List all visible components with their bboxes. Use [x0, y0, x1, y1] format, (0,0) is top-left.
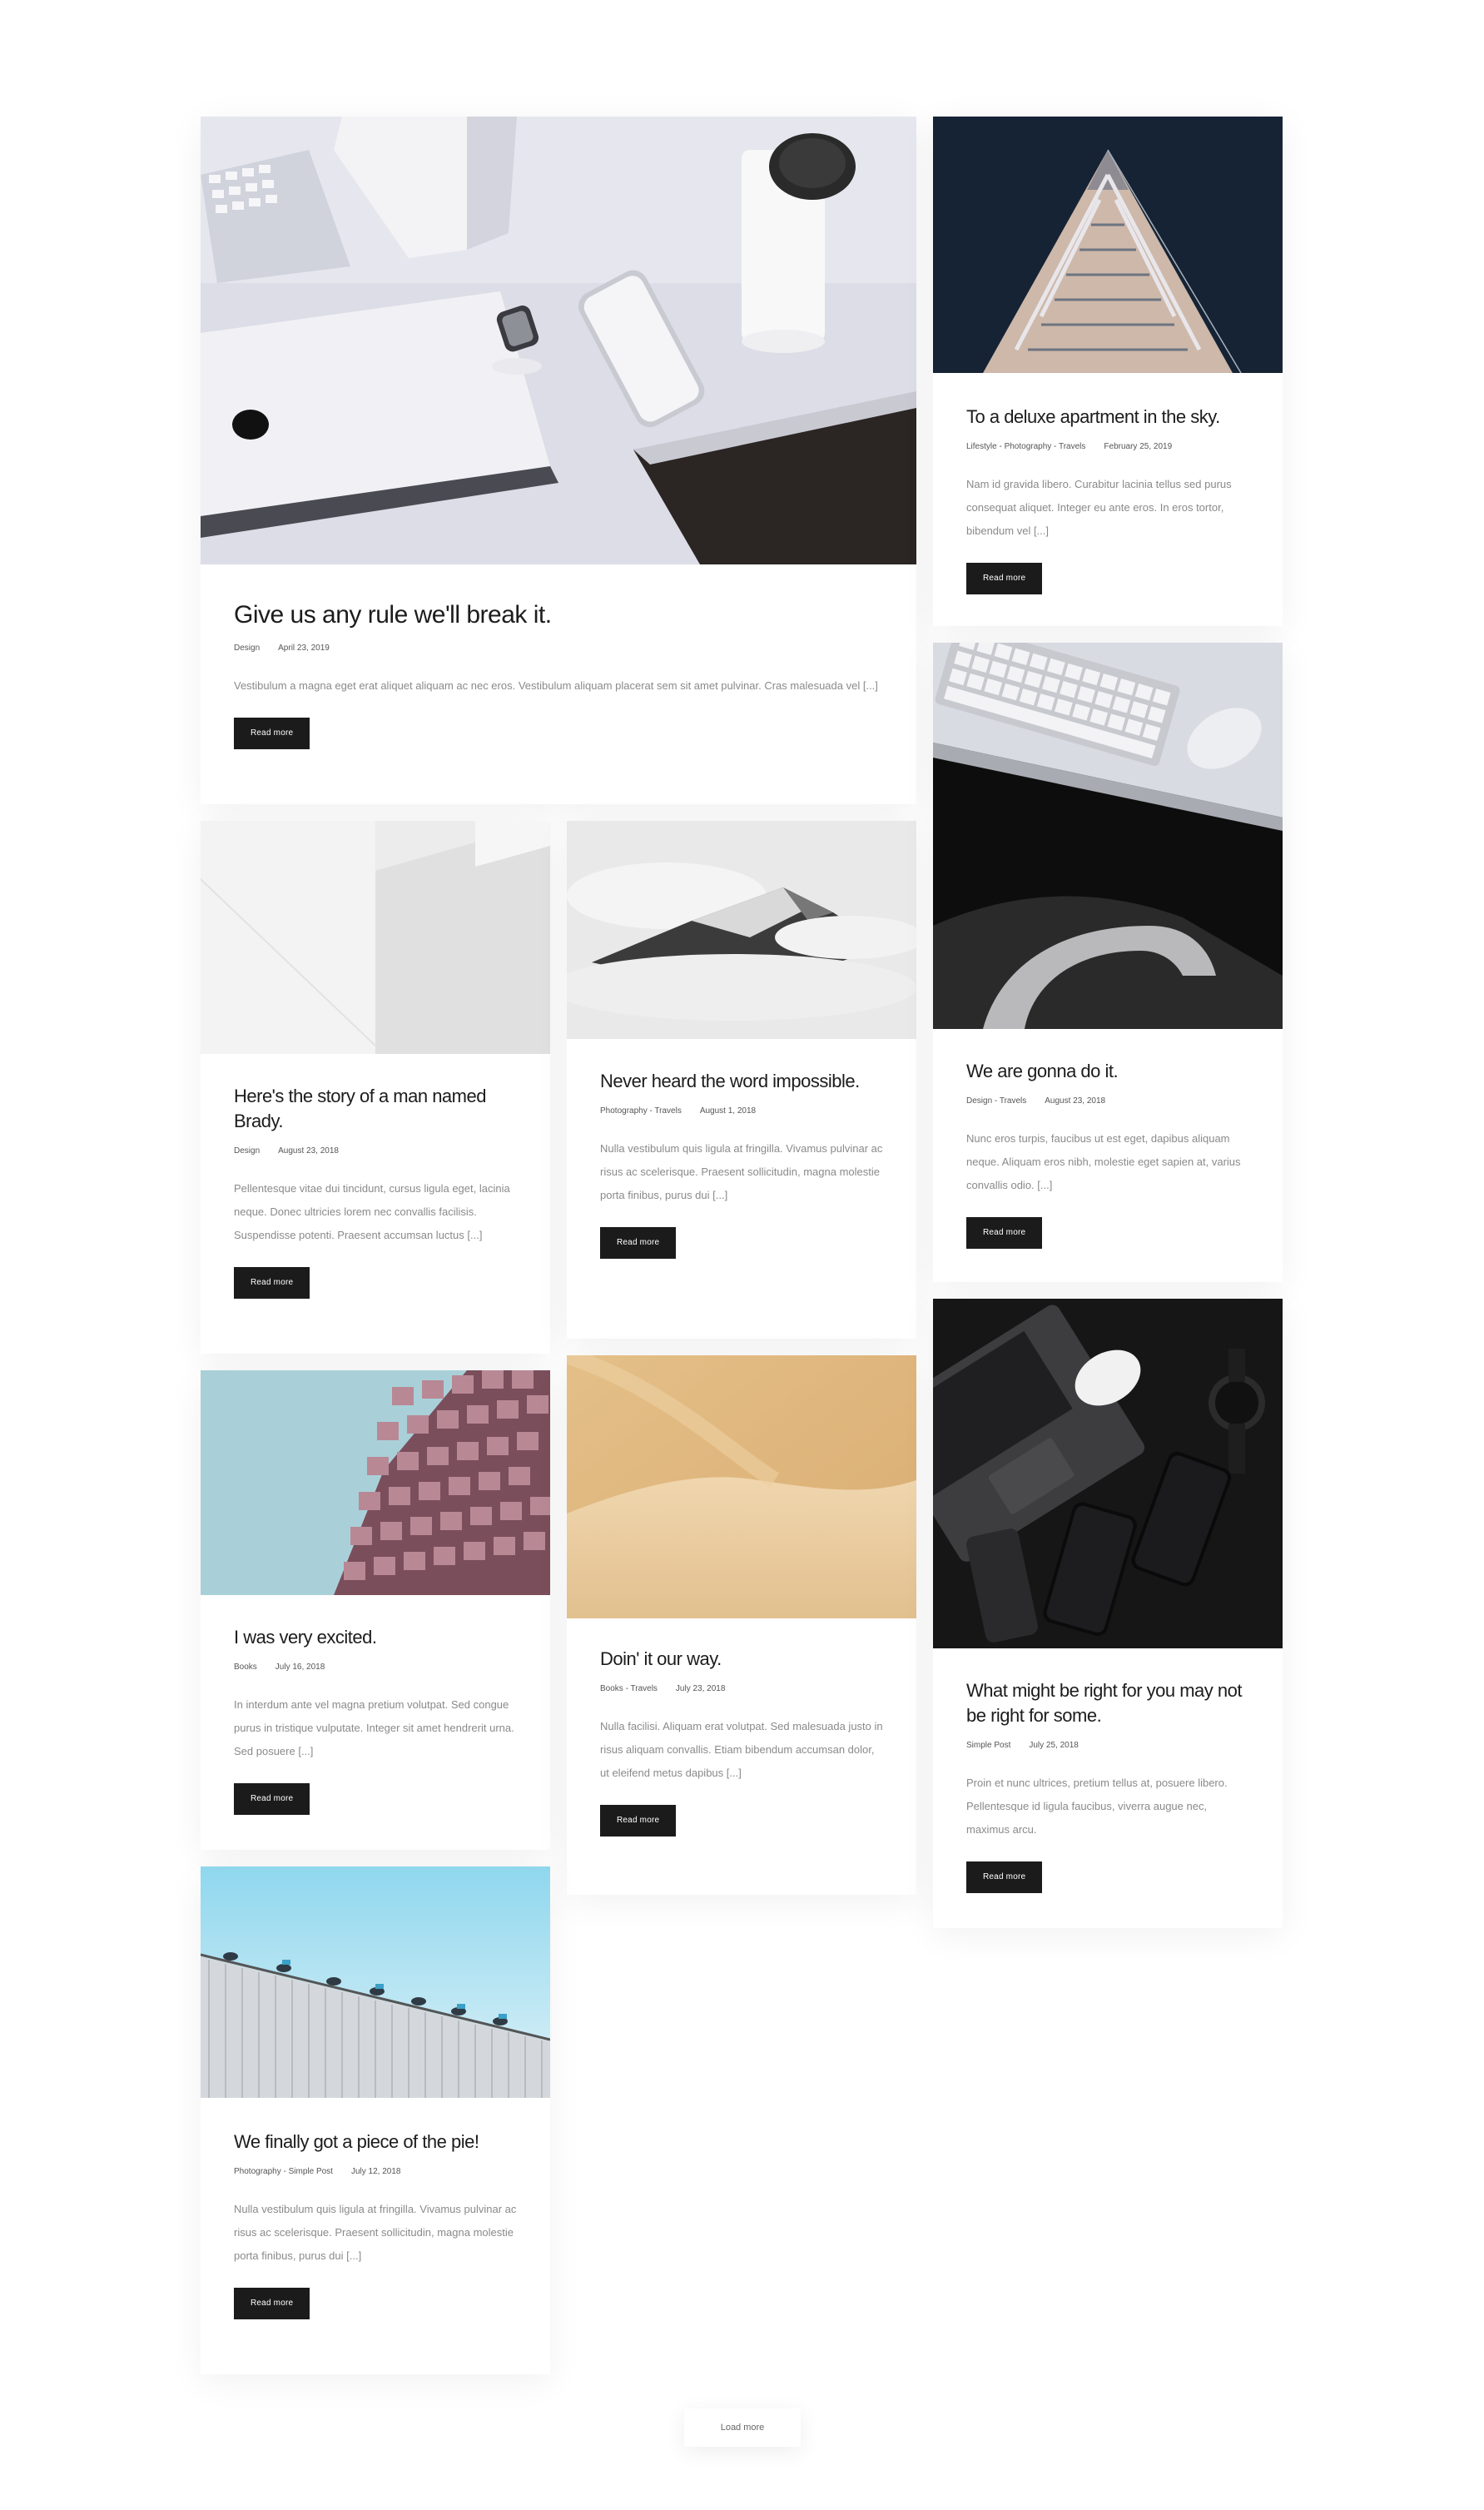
- read-more-button[interactable]: Read more: [234, 1267, 310, 1299]
- post-excerpt: Pellentesque vitae dui tincidunt, cursus…: [234, 1182, 510, 1241]
- post-title[interactable]: Never heard the word impossible.: [600, 1069, 883, 1094]
- post-excerpt: Nulla vestibulum quis ligula at fringill…: [600, 1142, 883, 1201]
- post-title[interactable]: Give us any rule we'll break it.: [234, 599, 883, 631]
- read-more-button[interactable]: Read more: [600, 1805, 677, 1837]
- post-categories[interactable]: Simple Post: [966, 1741, 1010, 1750]
- read-more-button[interactable]: Read more: [234, 1783, 310, 1815]
- load-more-button[interactable]: Load more: [684, 2408, 801, 2447]
- post-image[interactable]: [201, 1370, 550, 1595]
- post-image[interactable]: [933, 1299, 1283, 1648]
- post-date: February 25, 2019: [1104, 442, 1173, 451]
- post-date: July 23, 2018: [675, 1684, 726, 1693]
- post-categories[interactable]: Photography - Travels: [600, 1106, 682, 1116]
- post-card: What might be right for you may not be r…: [933, 1299, 1283, 1928]
- read-more-button[interactable]: Read more: [966, 563, 1043, 594]
- post-meta: Photography - Travels August 1, 2018: [600, 1106, 883, 1117]
- post-date: July 16, 2018: [275, 1663, 325, 1672]
- post-image[interactable]: [567, 1355, 916, 1618]
- post-categories[interactable]: Books: [234, 1663, 257, 1672]
- post-image[interactable]: [201, 821, 550, 1054]
- post-excerpt: Proin et nunc ultrices, pretium tellus a…: [966, 1777, 1228, 1836]
- read-more-button[interactable]: Read more: [600, 1227, 677, 1259]
- post-card: Never heard the word impossible. Photogr…: [567, 821, 916, 1339]
- post-card: We finally got a piece of the pie! Photo…: [201, 1866, 550, 2374]
- post-title[interactable]: We are gonna do it.: [966, 1059, 1249, 1084]
- post-excerpt: Nulla facilisi. Aliquam erat volutpat. S…: [600, 1720, 883, 1779]
- post-categories[interactable]: Lifestyle - Photography - Travels: [966, 442, 1085, 451]
- post-categories[interactable]: Books - Travels: [600, 1684, 658, 1693]
- post-image[interactable]: [567, 821, 916, 1039]
- post-date: July 25, 2018: [1029, 1741, 1079, 1750]
- post-meta: Books - Travels July 23, 2018: [600, 1683, 883, 1695]
- post-image[interactable]: [201, 1866, 550, 2098]
- post-image[interactable]: [201, 117, 916, 564]
- read-more-button[interactable]: Read more: [234, 2288, 310, 2319]
- post-excerpt: Nulla vestibulum quis ligula at fringill…: [234, 2203, 517, 2262]
- post-card: Doin' it our way. Books - Travels July 23…: [567, 1355, 916, 1895]
- post-title[interactable]: To a deluxe apartment in the sky.: [966, 405, 1249, 430]
- read-more-button[interactable]: Read more: [966, 1217, 1043, 1249]
- post-image[interactable]: [933, 117, 1283, 373]
- post-title[interactable]: Doin' it our way.: [600, 1647, 883, 1672]
- post-card: We are gonna do it. Design - Travels Augu…: [933, 643, 1283, 1282]
- post-date: August 23, 2018: [1045, 1096, 1106, 1106]
- post-date: August 23, 2018: [278, 1146, 339, 1156]
- post-excerpt: Vestibulum a magna eget erat aliquet ali…: [234, 679, 878, 692]
- post-date: July 12, 2018: [350, 2167, 401, 2176]
- post-date: August 1, 2018: [699, 1106, 757, 1116]
- post-title[interactable]: What might be right for you may not be r…: [966, 1678, 1249, 1728]
- post-title[interactable]: Here's the story of a man named Brady.: [234, 1084, 517, 1134]
- post-image[interactable]: [933, 643, 1283, 1029]
- post-card: I was very excited. Books July 16, 2018 I…: [201, 1370, 550, 1850]
- post-categories[interactable]: Design - Travels: [966, 1096, 1026, 1106]
- post-meta: Design - Travels August 23, 2018: [966, 1096, 1249, 1107]
- post-date: April 23, 2019: [278, 644, 330, 653]
- post-categories[interactable]: Photography - Simple Post: [234, 2167, 333, 2176]
- post-meta: Books July 16, 2018: [234, 1662, 517, 1673]
- post-categories[interactable]: Design: [234, 644, 260, 653]
- post-excerpt: Nunc eros turpis, faucibus ut est eget, …: [966, 1132, 1241, 1191]
- post-meta: Design April 23, 2019: [234, 643, 883, 654]
- post-meta: Lifestyle - Photography - Travels Februar…: [966, 441, 1249, 453]
- post-excerpt: In interdum ante vel magna pretium volut…: [234, 1698, 514, 1757]
- post-title[interactable]: I was very excited.: [234, 1625, 517, 1650]
- post-meta: Photography - Simple Post July 12, 2018: [234, 2166, 517, 2178]
- post-card: To a deluxe apartment in the sky. Lifest…: [933, 117, 1283, 626]
- read-more-button[interactable]: Read more: [966, 1861, 1043, 1893]
- post-categories[interactable]: Design: [234, 1146, 260, 1156]
- post-card: Give us any rule we'll break it. Design A…: [201, 117, 916, 804]
- read-more-button[interactable]: Read more: [234, 718, 310, 749]
- post-card: Here's the story of a man named Brady. D…: [201, 821, 550, 1354]
- post-meta: Simple Post July 25, 2018: [966, 1740, 1249, 1752]
- post-title[interactable]: We finally got a piece of the pie!: [234, 2130, 517, 2155]
- post-excerpt: Nam id gravida libero. Curabitur lacinia…: [966, 478, 1232, 537]
- post-meta: Design August 23, 2018: [234, 1146, 517, 1157]
